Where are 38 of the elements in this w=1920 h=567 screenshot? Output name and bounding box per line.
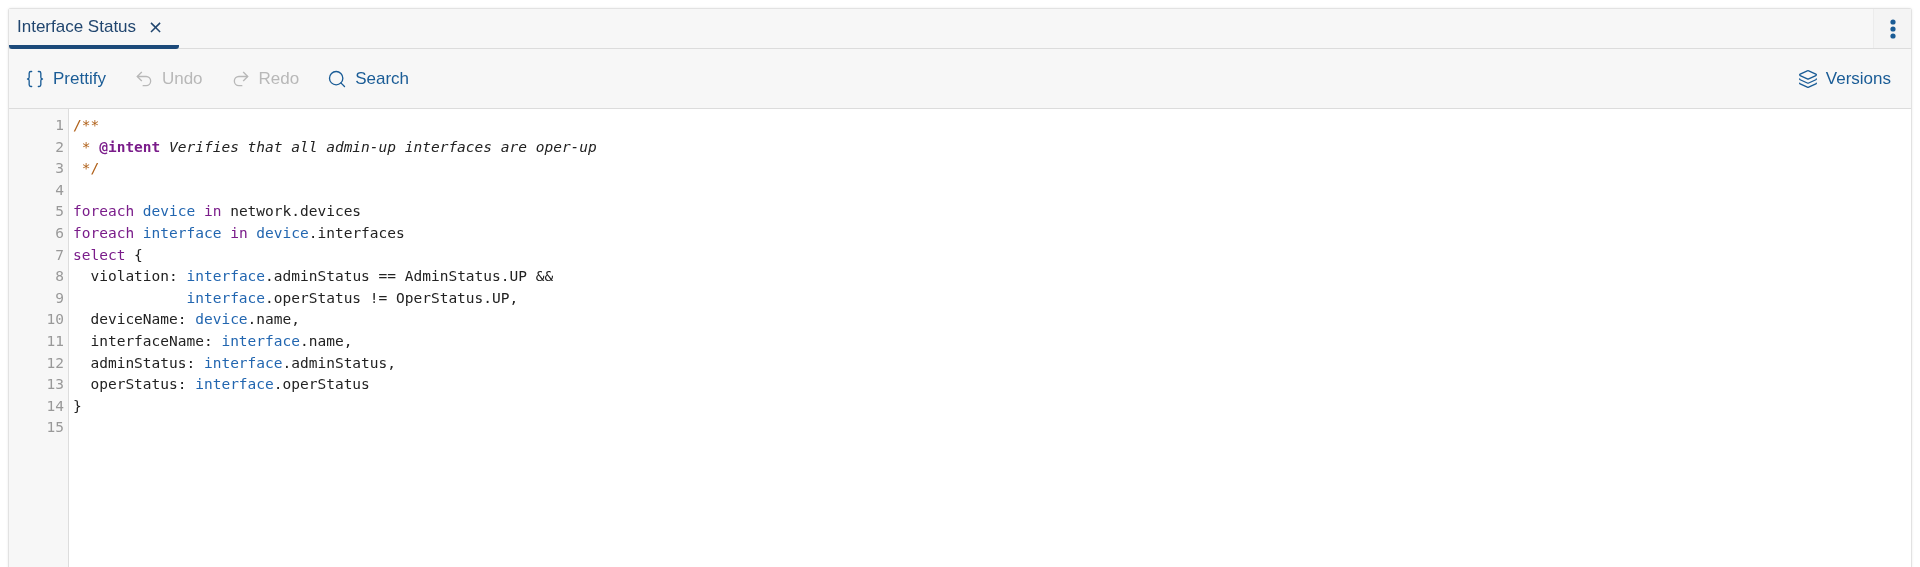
search-button[interactable]: Search	[327, 64, 410, 93]
close-button[interactable]: ×	[148, 18, 164, 36]
code-line: */	[80, 159, 100, 179]
editor-tab[interactable]: Interface Status ×	[9, 9, 180, 49]
line-number: 11	[46, 331, 65, 351]
braces-icon	[25, 68, 45, 89]
code-line: interface.operStatus != OperStatus.UP,	[185, 288, 519, 308]
line-number: 9	[55, 288, 65, 308]
code-line: foreach interface in device.interfaces	[73, 223, 405, 243]
line-number: 3	[55, 159, 65, 179]
line-number: 5	[55, 202, 65, 222]
more-icon	[1889, 18, 1896, 39]
line-number: 4	[55, 180, 65, 200]
versions-button[interactable]: Versions	[1797, 64, 1891, 93]
line-number: 14	[46, 396, 65, 416]
code-line: violation: interface.adminStatus == AdminStatus.UP &&	[89, 267, 554, 287]
code-line: * @intent Verifies that all admin-up interfaces are oper-up	[80, 137, 597, 157]
code-line: deviceName: device.name,	[89, 310, 300, 330]
line-number: 2	[55, 137, 65, 157]
search-icon	[327, 68, 348, 89]
prettify-button[interactable]: Prettify	[25, 64, 106, 93]
code-line: interfaceName: interface.name,	[89, 331, 353, 351]
line-number: 8	[55, 267, 65, 287]
line-number: 13	[46, 375, 65, 395]
code-line: select {	[73, 245, 143, 265]
code-line: adminStatus: interface.adminStatus,	[89, 353, 397, 373]
line-number: 6	[55, 223, 65, 243]
code-line: /**	[73, 116, 100, 135]
line-number: 1	[55, 116, 65, 135]
line-number: 7	[55, 245, 65, 265]
line-number: 12	[46, 353, 65, 373]
code-line: operStatus: interface.operStatus	[89, 375, 370, 395]
layers-icon	[1797, 68, 1818, 89]
tab-label: Interface Status	[17, 17, 137, 37]
line-number: 15	[46, 418, 65, 438]
code-line: }	[73, 396, 82, 416]
line-number: 10	[46, 310, 65, 330]
code-line: foreach device in network.devices	[73, 202, 362, 222]
